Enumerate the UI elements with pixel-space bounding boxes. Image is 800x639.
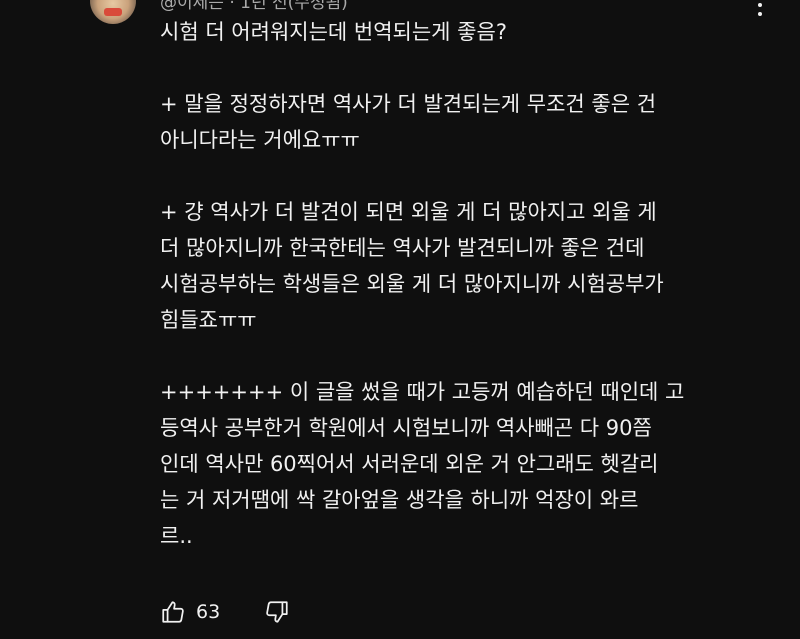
comment-actions: 63 bbox=[160, 597, 290, 627]
comment-line: 시험 더 어려워지는데 번역되는게 좋음? bbox=[160, 20, 507, 44]
comment-line: 인데 역사만 60찍어서 서러운데 외운 거 안그래도 헷갈리 bbox=[160, 452, 659, 476]
comment-text: 시험 더 어려워지는데 번역되는게 좋음? + 말을 정정하자면 역사가 더 발… bbox=[160, 14, 760, 554]
comment-line: + 말을 정정하자면 역사가 더 발견되는게 무조건 좋은 건 bbox=[160, 92, 657, 116]
comment-line: 등역사 공부한거 학원에서 시험보니까 역사빼곤 다 90쯤 bbox=[160, 416, 652, 440]
comment-line: +++++++ 이 글을 썼을 때가 고등꺼 예습하던 때인데 고 bbox=[160, 380, 685, 404]
comment-line: 더 많아지니까 한국한테는 역사가 발견되니까 좋은 건데 bbox=[160, 236, 645, 260]
dislike-button[interactable] bbox=[264, 599, 290, 625]
thumb-up-icon bbox=[160, 599, 186, 625]
like-count: 63 bbox=[196, 601, 221, 623]
comment-line: 시험공부하는 학생들은 외울 게 더 많아지니까 시험공부가 bbox=[160, 272, 664, 296]
avatar[interactable] bbox=[90, 0, 136, 24]
comment-line: + 걍 역사가 더 발견이 되면 외울 게 더 많아지고 외울 게 bbox=[160, 200, 657, 224]
comment-line: 힘들죠ㅠㅠ bbox=[160, 308, 257, 332]
menu-dot bbox=[758, 3, 762, 7]
like-button[interactable]: 63 bbox=[160, 599, 220, 625]
thumb-down-icon bbox=[264, 599, 290, 625]
comment-line: 아니다라는 거에요ㅠㅠ bbox=[160, 128, 360, 152]
comment-line: 르.. bbox=[160, 524, 193, 548]
comment-author-line: @이제는 · 1년 전(수정됨) bbox=[160, 0, 348, 13]
comment-line: 는 거 저거땜에 싹 갈아엎을 생각을 하니까 억장이 와르 bbox=[160, 488, 639, 512]
